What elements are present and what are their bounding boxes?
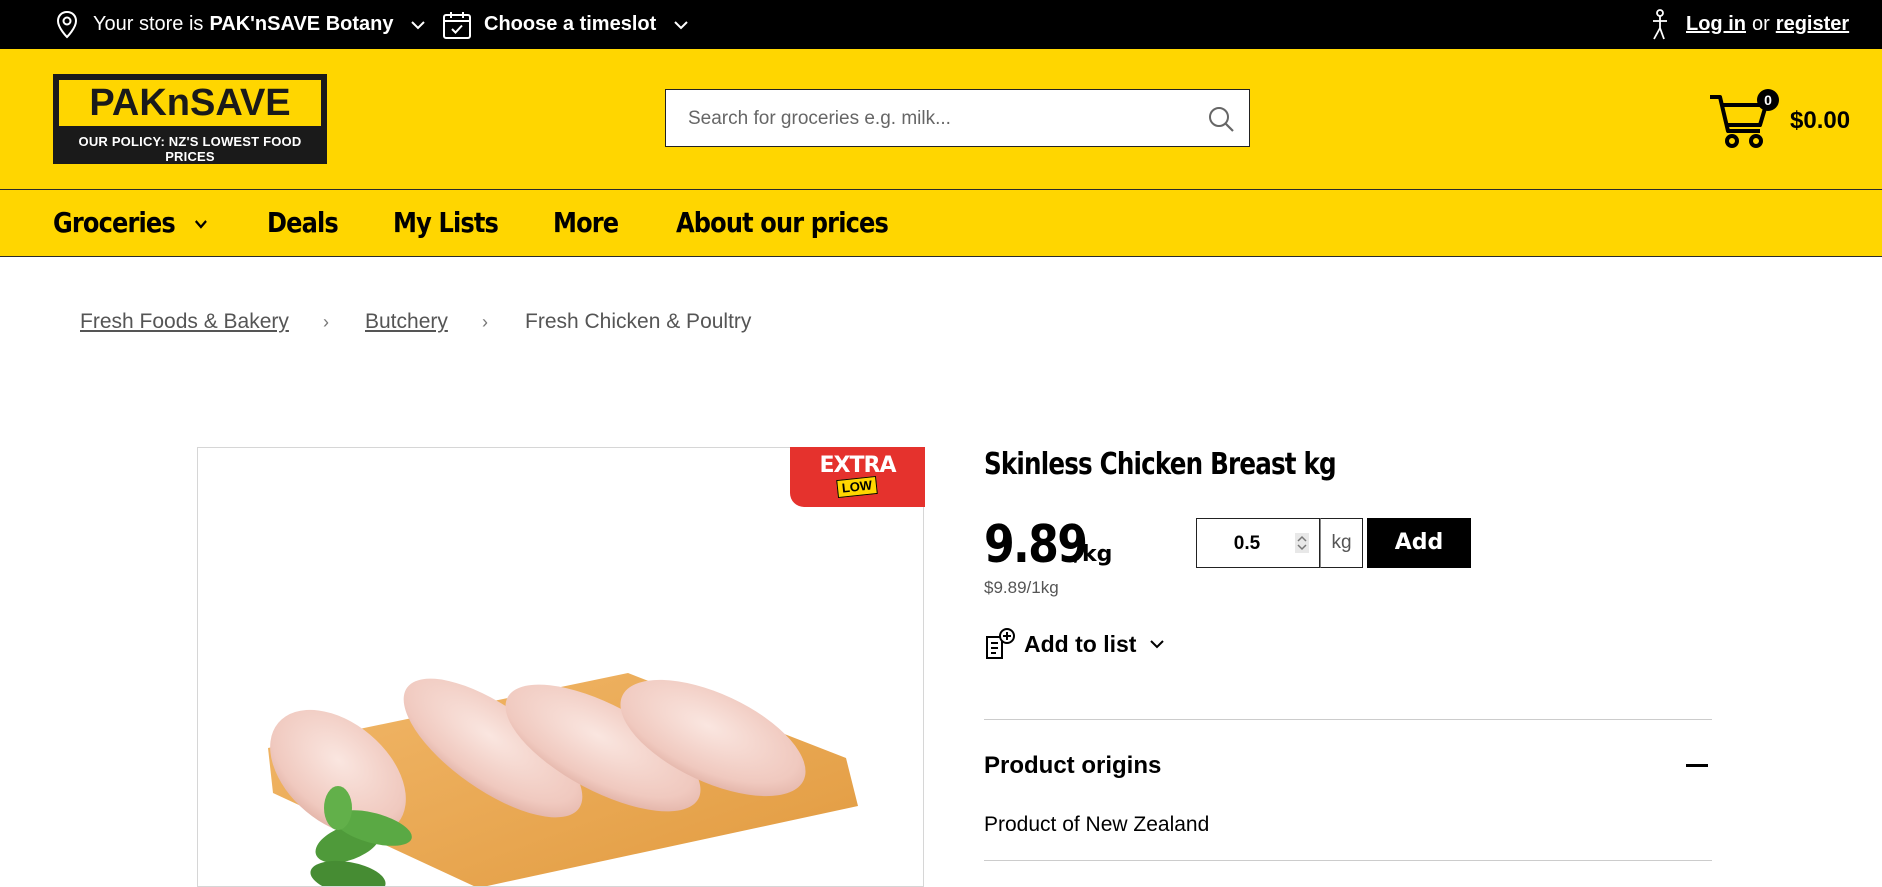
divider: [984, 860, 1712, 861]
cart-count-badge: 0: [1757, 89, 1779, 111]
product-origins-heading[interactable]: Product origins: [984, 752, 1161, 780]
breadcrumb-current: Fresh Chicken & Poultry: [525, 310, 752, 333]
store-selector[interactable]: Your store is PAK'nSAVE Botany: [55, 0, 426, 49]
add-list-icon: [986, 628, 1015, 659]
breadcrumb-butchery-wrap: Butchery: [365, 310, 448, 334]
chevron-down-icon: [195, 220, 208, 229]
product-image-card: [197, 447, 924, 887]
divider: [984, 719, 1712, 720]
search-icon[interactable]: [1207, 105, 1235, 133]
timeslot-label: Choose a timeslot: [484, 13, 657, 35]
breadcrumb: Fresh Foods & Bakery: [80, 310, 289, 334]
badge-extra-text: EXTRA: [819, 453, 897, 478]
nav-more[interactable]: More: [553, 190, 619, 256]
chevron-down-icon: [674, 20, 688, 29]
top-bar: Your store is PAK'nSAVE Botany Choose a …: [0, 0, 1882, 49]
product-title: Skinless Chicken Breast kg: [984, 447, 1337, 482]
price-value: 9.89: [984, 515, 1088, 575]
nav-my-lists[interactable]: My Lists: [393, 190, 499, 256]
stepper-arrows-icon[interactable]: [1295, 533, 1309, 553]
register-link[interactable]: register: [1776, 13, 1849, 36]
calendar-icon: [443, 11, 471, 39]
breadcrumb-butchery[interactable]: Butchery: [365, 310, 448, 333]
add-to-list-label: Add to list: [1024, 630, 1137, 657]
breadcrumb-fresh-foods[interactable]: Fresh Foods & Bakery: [80, 310, 289, 333]
quantity-value: 0.5: [1233, 533, 1261, 554]
person-icon: [1653, 8, 1667, 39]
search-box: [665, 89, 1250, 148]
product-image: [268, 673, 858, 886]
add-to-list-dropdown[interactable]: Add to list: [984, 627, 1165, 661]
chevron-down-icon: [1150, 640, 1165, 649]
chevron-down-icon: [411, 20, 426, 29]
logo-tagline: OUR POLICY: NZ'S LOWEST FOOD PRICES: [78, 134, 302, 164]
store-name: PAK'nSAVE Botany: [209, 13, 394, 35]
main-nav: Groceries Deals My Lists More About our …: [0, 190, 1882, 257]
nav-groceries-label: Groceries: [53, 206, 176, 239]
badge-low-text: LOW: [836, 475, 878, 499]
nav-deals[interactable]: Deals: [267, 190, 339, 256]
cart-total[interactable]: $0.00: [1790, 107, 1850, 135]
logo-wordmark: PAKnSAVE: [89, 82, 291, 124]
site-header: PAKnSAVE OUR POLICY: NZ'S LOWEST FOOD PR…: [0, 49, 1882, 190]
unit-price: $9.89/1kg: [984, 578, 1059, 597]
product-price: 9.89 /kg: [984, 515, 1112, 575]
or-text: or: [1751, 13, 1770, 35]
price-unit: /kg: [1074, 542, 1113, 567]
nav-about-prices[interactable]: About our prices: [676, 190, 889, 256]
quantity-unit: kg: [1320, 518, 1363, 568]
breadcrumb-separator: ›: [482, 312, 488, 332]
search-input[interactable]: [686, 90, 1190, 148]
add-to-cart-button[interactable]: Add: [1367, 518, 1471, 568]
extra-low-badge: EXTRA LOW: [790, 447, 925, 507]
account-links: Log in or register: [1650, 0, 1849, 49]
timeslot-selector[interactable]: Choose a timeslot: [442, 0, 688, 49]
nav-groceries[interactable]: Groceries: [53, 190, 208, 256]
quantity-stepper[interactable]: 0.5: [1196, 518, 1320, 568]
paknsave-logo[interactable]: PAKnSAVE OUR POLICY: NZ'S LOWEST FOOD PR…: [53, 74, 327, 164]
store-prefix: Your store is: [93, 13, 204, 35]
breadcrumb-separator: ›: [323, 312, 329, 332]
location-pin-icon: [56, 10, 78, 38]
collapse-icon[interactable]: [1686, 764, 1708, 767]
logo-wordmark-box: PAKnSAVE: [59, 80, 321, 126]
login-link[interactable]: Log in: [1686, 13, 1746, 36]
product-origins-text: Product of New Zealand: [984, 813, 1210, 836]
